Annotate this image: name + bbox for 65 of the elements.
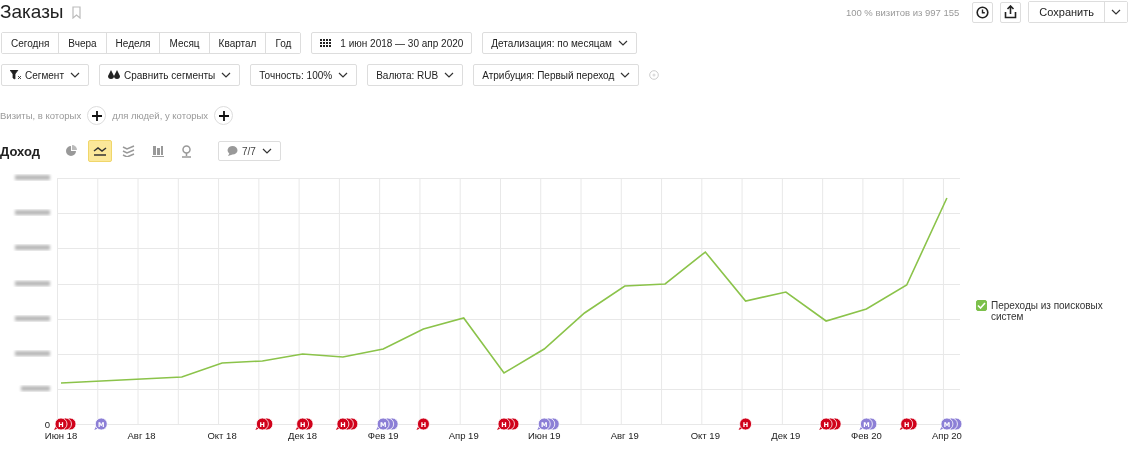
blurred-axis-label xyxy=(15,281,50,286)
filter-dropdown[interactable]: Точность: 100% xyxy=(250,64,358,86)
axis-label: Фев 20 xyxy=(851,430,882,441)
legend-label: Переходы из поисковых систем xyxy=(991,300,1104,322)
filter-icon xyxy=(10,70,21,80)
axis-label: Дек 19 xyxy=(771,430,801,441)
axis-label: 0 xyxy=(44,419,50,430)
plus-icon xyxy=(218,110,229,121)
segment-dropdown[interactable]: Сегмент xyxy=(1,64,89,86)
caret-icon xyxy=(221,72,232,78)
help-icon[interactable] xyxy=(649,70,660,80)
legend-checkbox[interactable] xyxy=(976,300,987,311)
blurred-axis-label xyxy=(15,316,50,321)
filter-dropdown[interactable]: Валюта: RUB xyxy=(367,64,464,86)
filter-dropdown[interactable]: Атрибуция: Первый переход xyxy=(473,64,640,86)
plus-icon xyxy=(91,110,102,121)
caret-icon xyxy=(620,72,631,78)
share-icon xyxy=(1004,5,1018,19)
export-button[interactable] xyxy=(1000,1,1022,23)
calendar-icon xyxy=(320,38,333,48)
axis-label: Окт 19 xyxy=(690,430,720,441)
axis-label: Авг 19 xyxy=(610,430,639,441)
add-condition-button[interactable] xyxy=(87,106,107,125)
condition-label: Визиты, в которых xyxy=(0,110,82,121)
bookmark-icon[interactable] xyxy=(71,5,81,19)
axis-label: Авг 18 xyxy=(127,430,156,441)
clock-icon xyxy=(976,5,990,19)
line-chart-icon xyxy=(92,146,107,156)
comment-icon xyxy=(226,146,238,156)
pie-chart-icon xyxy=(64,145,77,157)
axis-label: Июн 19 xyxy=(528,430,561,441)
caret-icon xyxy=(261,148,272,154)
axis-label: Апр 20 xyxy=(931,430,962,441)
axis-label: Июн 18 xyxy=(44,430,78,441)
save-button[interactable]: Сохранить xyxy=(1029,2,1105,22)
condition-label: для людей, у которых xyxy=(112,110,209,121)
date-range-button[interactable]: 1 июн 2018 — 30 апр 2020 xyxy=(311,32,473,54)
page-title: Заказы xyxy=(0,1,64,23)
add-condition-button[interactable] xyxy=(214,106,234,125)
blurred-axis-label xyxy=(15,351,50,356)
detail-dropdown[interactable]: Детализация: по месяцам xyxy=(482,32,637,54)
metric-title: Доход xyxy=(0,143,40,159)
blurred-axis-label xyxy=(15,210,50,215)
axis-label: Дек 18 xyxy=(288,430,318,441)
blurred-axis-label xyxy=(21,386,50,391)
axis-label: Фев 19 xyxy=(367,430,399,441)
caret-icon xyxy=(338,72,349,78)
notes-dropdown[interactable]: 7/7 xyxy=(217,141,281,161)
stacked-chart-icon xyxy=(122,145,136,157)
blurred-axis-label xyxy=(15,245,50,250)
axis-label: Окт 18 xyxy=(207,430,237,441)
caret-icon xyxy=(1111,9,1121,15)
line-chart-button[interactable] xyxy=(87,140,112,162)
caret-icon xyxy=(70,72,80,78)
history-button[interactable] xyxy=(972,1,994,23)
drops-icon xyxy=(108,70,120,80)
compare-dropdown[interactable]: Сравнить сегменты xyxy=(99,64,241,86)
bar-chart-icon xyxy=(151,145,164,157)
blurred-axis-label xyxy=(15,175,50,180)
axis-label: Апр 19 xyxy=(448,430,479,441)
sample-info: 100 % визитов из 997 155 xyxy=(845,6,960,18)
caret-icon xyxy=(444,72,455,78)
period-button[interactable]: Сегодня xyxy=(2,33,60,53)
caret-icon xyxy=(618,40,628,46)
map-pin-icon xyxy=(181,144,193,158)
